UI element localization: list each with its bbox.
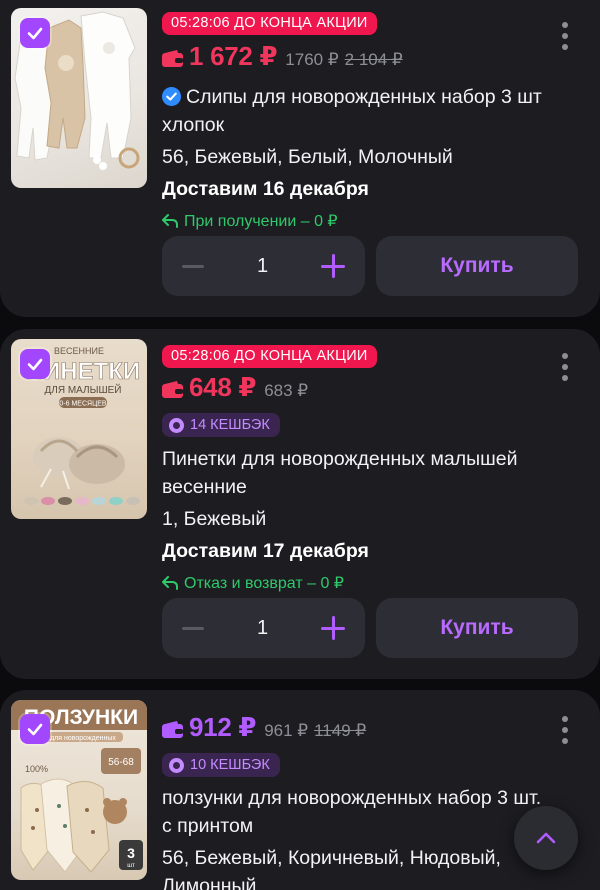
return-arrow-icon xyxy=(162,576,178,590)
verified-icon xyxy=(162,87,181,106)
image-caption-size: 56-68 xyxy=(108,757,134,768)
current-price: 1 672 ₽ xyxy=(189,41,278,71)
quantity-value: 1 xyxy=(256,616,269,639)
price-without-discount: 1760 ₽ xyxy=(285,50,339,69)
return-note: Отказ и возврат – 0 ₽ xyxy=(162,573,580,593)
product-card-3[interactable]: ПОЛЗУНКИ для новорожденных 56-68 100% 3 … xyxy=(0,690,600,890)
payment-note: При получении – 0 ₽ xyxy=(162,211,580,231)
product-variant-line2: Лимонный xyxy=(162,875,257,890)
product-variant-line1: 56, Бежевый, Коричневый, Нюдовый, xyxy=(162,847,501,869)
original-price: 2 104 ₽ xyxy=(344,50,403,69)
cashback-badge[interactable]: 10 КЕШБЭК xyxy=(162,753,280,777)
product-variant: 56, Бежевый, Белый, Молочный xyxy=(162,146,453,168)
product-title-line2: весенние xyxy=(162,476,247,498)
select-checkbox-2[interactable] xyxy=(20,349,50,379)
quantity-stepper[interactable]: 1 xyxy=(162,236,365,296)
more-options-icon[interactable] xyxy=(562,716,568,744)
increase-button[interactable] xyxy=(321,254,345,278)
product-variant: 1, Бежевый xyxy=(162,508,267,530)
product-title-line1: Слипы для новорожденных набор 3 шт xyxy=(186,86,542,108)
product-title[interactable]: Слипы для новорожденных набор 3 шт хлопо… xyxy=(162,83,580,139)
decrease-button[interactable] xyxy=(182,626,204,630)
cashback-icon xyxy=(169,757,184,773)
chevron-up-icon xyxy=(536,832,556,844)
cashback-icon xyxy=(169,417,184,433)
image-caption-top: ВЕСЕННИЕ xyxy=(54,346,104,356)
current-price: 912 ₽ xyxy=(189,712,257,742)
more-options-icon[interactable] xyxy=(562,22,568,50)
wallet-icon xyxy=(162,380,183,398)
price-without-discount: 683 ₽ xyxy=(264,381,309,400)
cashback-badge[interactable]: 14 КЕШБЭК xyxy=(162,413,280,437)
image-caption-badge: 0-6 МЕСЯЦЕВ xyxy=(59,401,107,408)
product-title-line2: с принтом xyxy=(162,815,254,837)
product-card-2[interactable]: ВЕСЕННИЕ ПИНЕТКИ ДЛЯ МАЛЫШЕЙ 0-6 МЕСЯЦЕВ xyxy=(0,329,600,679)
cashback-text: 10 КЕШБЭК xyxy=(190,757,270,773)
image-caption-qty-unit: шт xyxy=(127,863,135,869)
current-price: 648 ₽ xyxy=(189,372,257,402)
delivery-date: Доставим 16 декабря xyxy=(162,178,369,200)
payment-note-text: При получении – 0 ₽ xyxy=(184,213,338,230)
image-caption-sub: для новорожденных xyxy=(50,735,116,742)
product-title[interactable]: Пинетки для новорожденных малышей весенн… xyxy=(162,445,580,501)
product-title-line2: хлопок xyxy=(162,114,225,136)
price-row: 912 ₽ 961 ₽ 1149 ₽ xyxy=(162,712,550,746)
increase-button[interactable] xyxy=(321,616,345,640)
scroll-to-top-button[interactable] xyxy=(514,806,578,870)
quantity-stepper[interactable]: 1 xyxy=(162,598,365,658)
more-options-icon[interactable] xyxy=(562,353,568,381)
buy-button[interactable]: Купить xyxy=(376,236,578,296)
image-caption-pct: 100% xyxy=(25,764,48,774)
buy-button[interactable]: Купить xyxy=(376,598,578,658)
select-checkbox-1[interactable] xyxy=(20,18,50,48)
original-price: 1149 ₽ xyxy=(314,721,367,740)
quantity-value: 1 xyxy=(256,254,269,277)
return-arrow-icon xyxy=(162,214,178,228)
wallet-icon xyxy=(162,720,183,738)
return-note-text: Отказ и возврат – 0 ₽ xyxy=(184,575,344,592)
decrease-button[interactable] xyxy=(182,264,204,268)
cashback-text: 14 КЕШБЭК xyxy=(190,417,270,433)
wallet-icon xyxy=(162,49,183,67)
product-title-line1: Пинетки для новорожденных малышей xyxy=(162,448,518,470)
product-title-line1: ползунки для новорожденных набор 3 шт. xyxy=(162,787,542,809)
price-row: 648 ₽ 683 ₽ xyxy=(162,372,550,406)
image-caption-qty: 3 xyxy=(127,845,135,861)
select-checkbox-3[interactable] xyxy=(20,714,50,744)
promo-timer: 05:28:06 ДО КОНЦА АКЦИИ xyxy=(162,12,377,35)
delivery-date: Доставим 17 декабря xyxy=(162,540,369,562)
promo-timer: 05:28:06 ДО КОНЦА АКЦИИ xyxy=(162,345,377,368)
image-caption-sub: ДЛЯ МАЛЫШЕЙ xyxy=(45,383,122,396)
price-row: 1 672 ₽ 1760 ₽ 2 104 ₽ xyxy=(162,41,550,75)
price-without-discount: 961 ₽ xyxy=(264,721,309,740)
product-card-1[interactable]: 05:28:06 ДО КОНЦА АКЦИИ 1 672 ₽ 1760 ₽ 2… xyxy=(0,0,600,317)
